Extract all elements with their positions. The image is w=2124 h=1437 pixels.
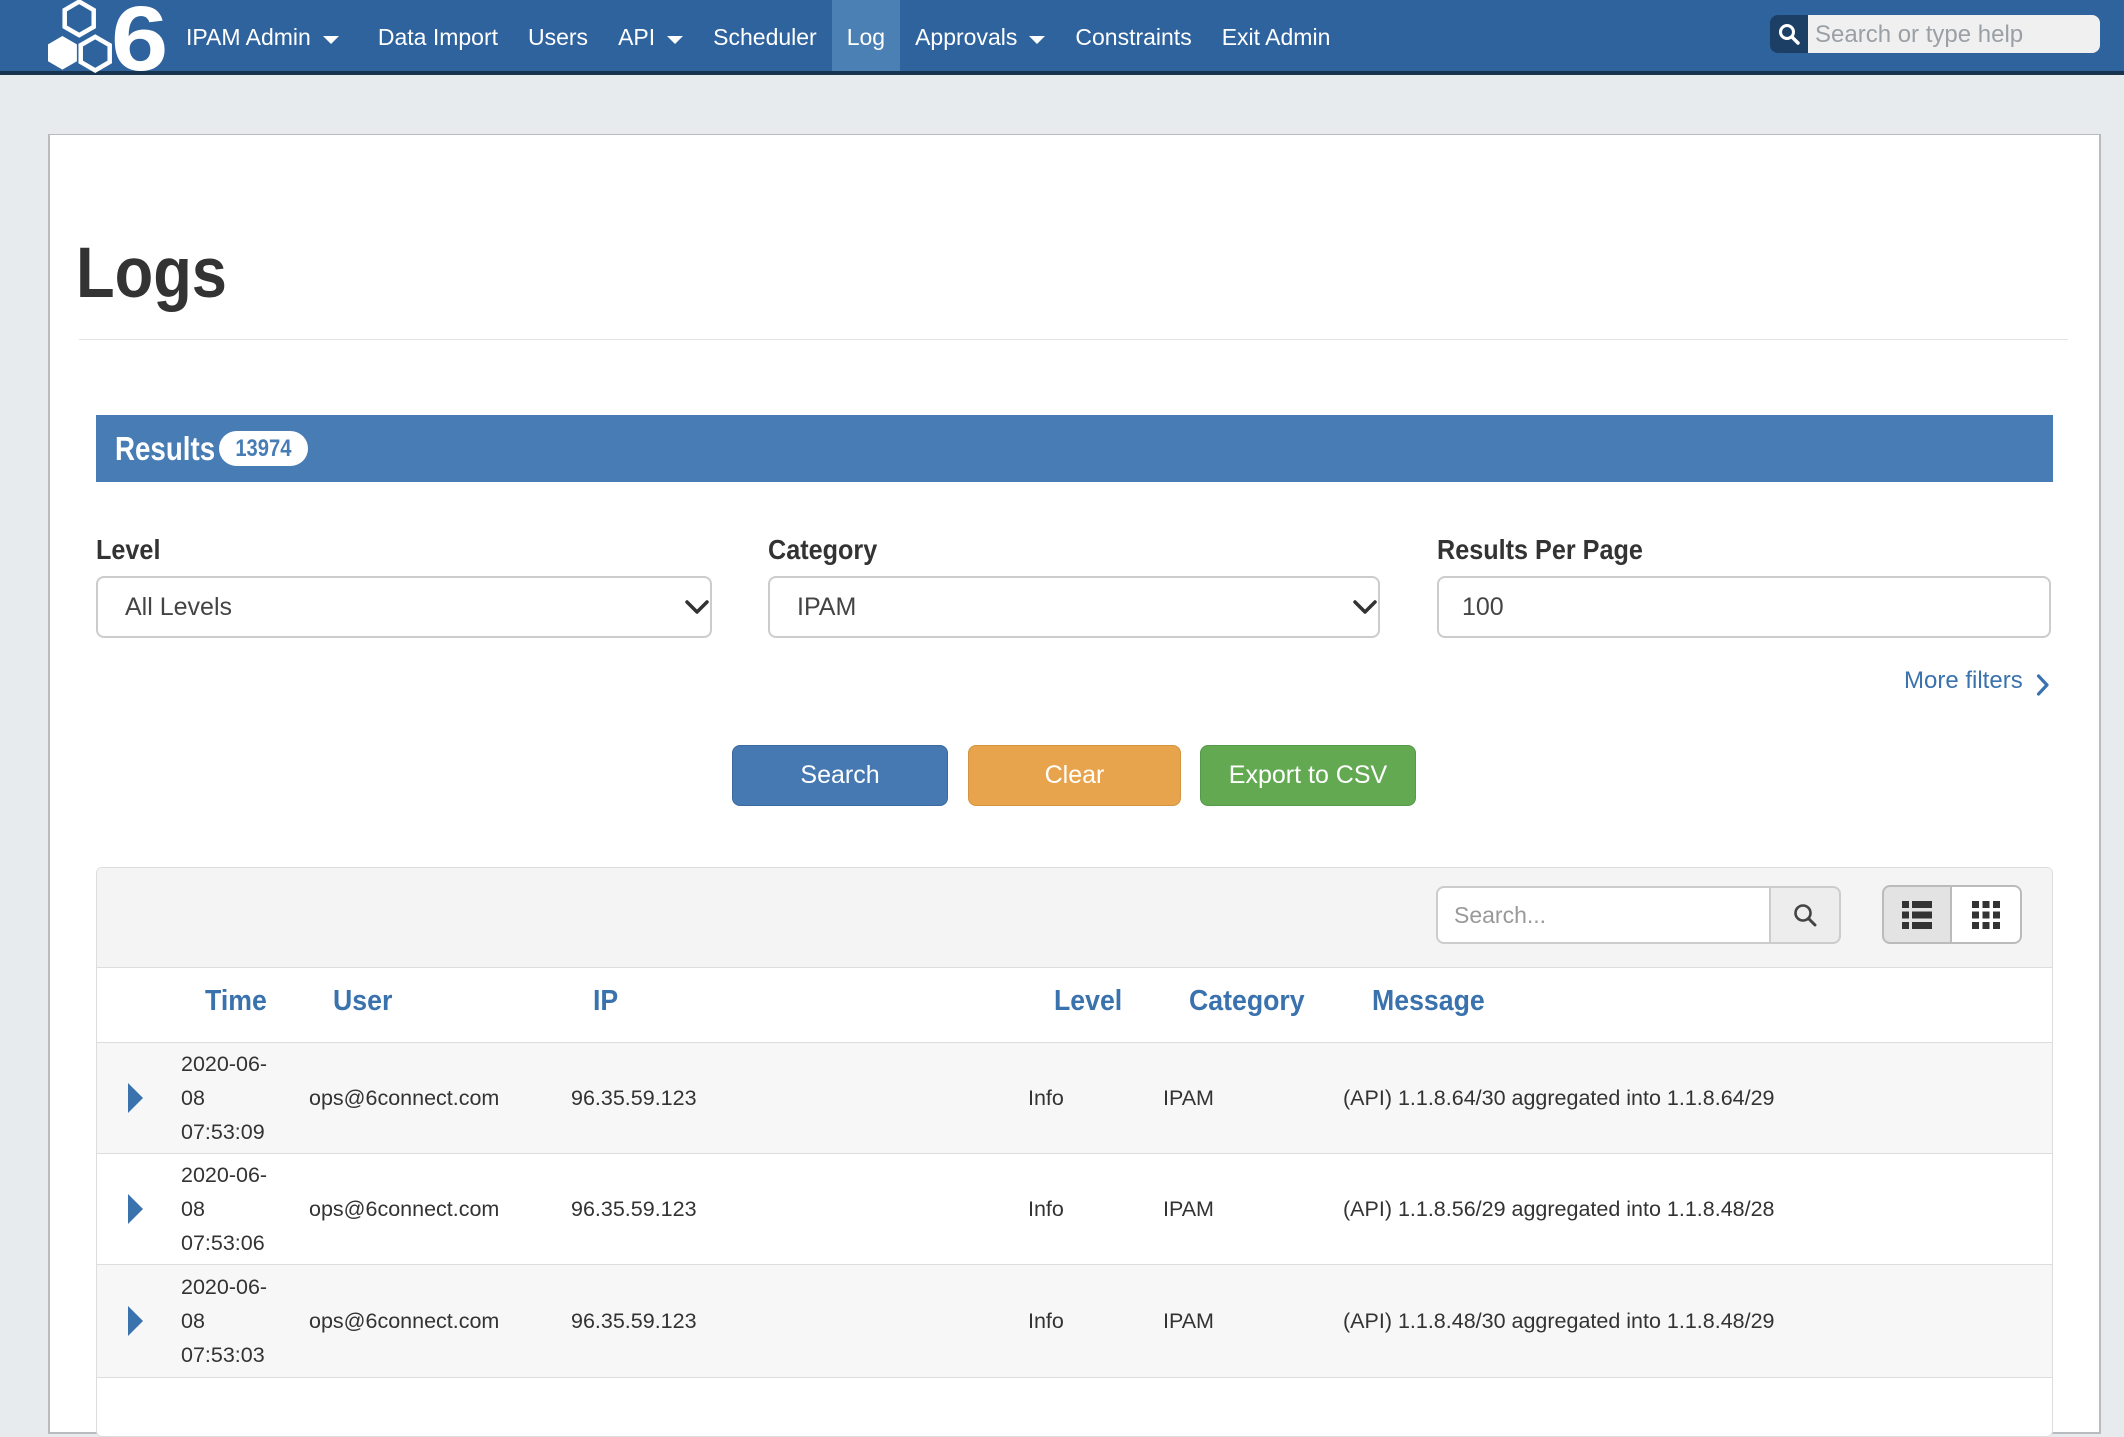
svg-text:6: 6 bbox=[111, 0, 168, 75]
